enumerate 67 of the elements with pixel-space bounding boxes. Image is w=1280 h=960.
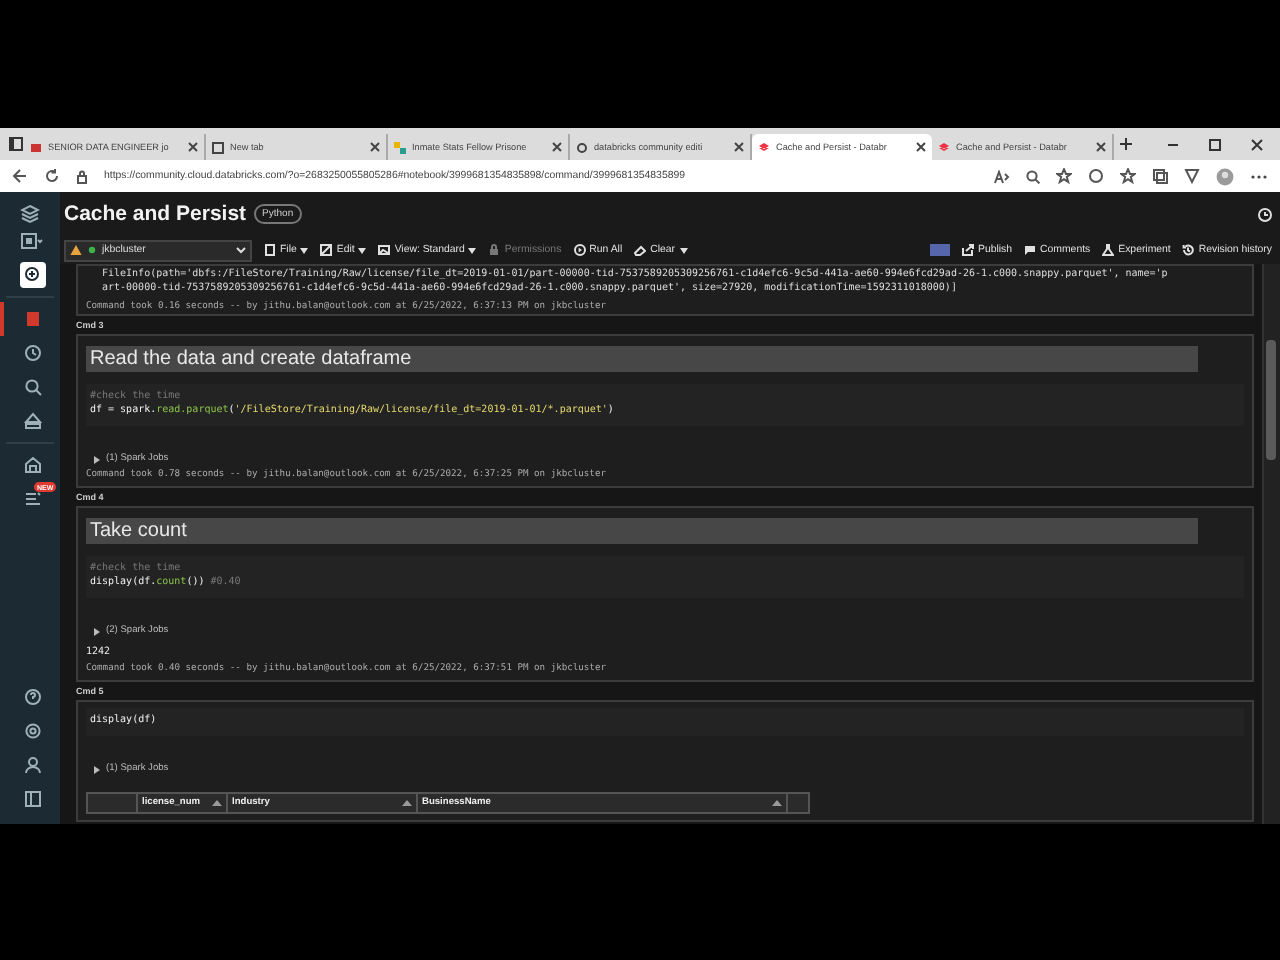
refresh-icon[interactable] [44,168,60,184]
close-icon[interactable] [1250,137,1264,151]
compute-icon[interactable] [23,412,41,430]
favicon-icon [576,141,588,153]
favicon-icon [394,141,406,153]
caret-icon [300,247,309,253]
table-header-cell [787,793,809,813]
collections-icon[interactable] [1152,168,1168,184]
help-icon[interactable] [23,688,41,706]
zoom-icon[interactable] [1026,169,1040,183]
sort-icon [772,800,782,806]
maximize-icon[interactable] [1208,137,1222,151]
window-menu-icon[interactable] [8,136,24,152]
close-icon[interactable] [1096,142,1106,152]
table-header-cell [87,793,137,813]
settings-icon[interactable] [23,722,41,740]
notebook-title: Cache and Persist [64,202,247,226]
profile-icon[interactable] [1216,167,1234,185]
close-icon[interactable] [734,142,744,152]
user-icon[interactable] [23,756,41,774]
warning-icon [70,244,82,256]
panel-icon[interactable] [23,790,41,808]
comment-icon [1024,244,1037,256]
markdown-heading: Take count [86,518,1198,544]
read-aloud-icon[interactable] [994,169,1010,183]
favorites-icon[interactable] [1120,168,1136,184]
list-icon[interactable] [23,490,41,508]
close-icon[interactable] [370,142,380,152]
logo-icon[interactable] [20,204,40,224]
home-icon[interactable] [23,456,41,474]
publish-icon [962,244,975,256]
caret-icon [679,247,688,253]
new-tab-icon[interactable] [1114,136,1138,152]
workspace-icon[interactable] [20,232,44,250]
lock-icon [488,244,501,256]
clock-icon[interactable] [1258,207,1272,221]
status-dot-icon [88,246,96,254]
favicon-icon [212,141,224,153]
sort-icon [402,800,412,806]
scrollbar-thumb[interactable] [1266,340,1276,460]
back-icon[interactable] [12,168,28,184]
close-icon[interactable] [916,142,926,152]
sort-icon [212,800,222,806]
caret-icon [468,247,477,253]
close-icon[interactable] [188,142,198,152]
markdown-heading: Read the data and create dataframe [86,346,1198,372]
more-icon[interactable] [1250,173,1268,179]
edit-icon [320,244,333,256]
flask-icon [1102,244,1115,256]
star-icon[interactable] [1056,168,1072,184]
create-icon[interactable] [23,266,41,284]
recents-icon[interactable] [23,344,41,362]
search-icon[interactable] [23,378,41,396]
close-icon[interactable] [552,142,562,152]
file-icon [264,244,276,256]
caret-icon [236,246,246,254]
caret-icon [358,247,367,253]
data-icon[interactable] [23,310,41,328]
run-icon [573,244,586,256]
eraser-icon [634,244,647,256]
favicon-icon [938,141,950,153]
view-icon [378,244,391,256]
favicon-icon [30,141,42,153]
history-icon [1182,244,1195,256]
sync-icon[interactable] [1088,168,1104,184]
favicon-icon [758,141,770,153]
lock-icon [76,169,88,183]
